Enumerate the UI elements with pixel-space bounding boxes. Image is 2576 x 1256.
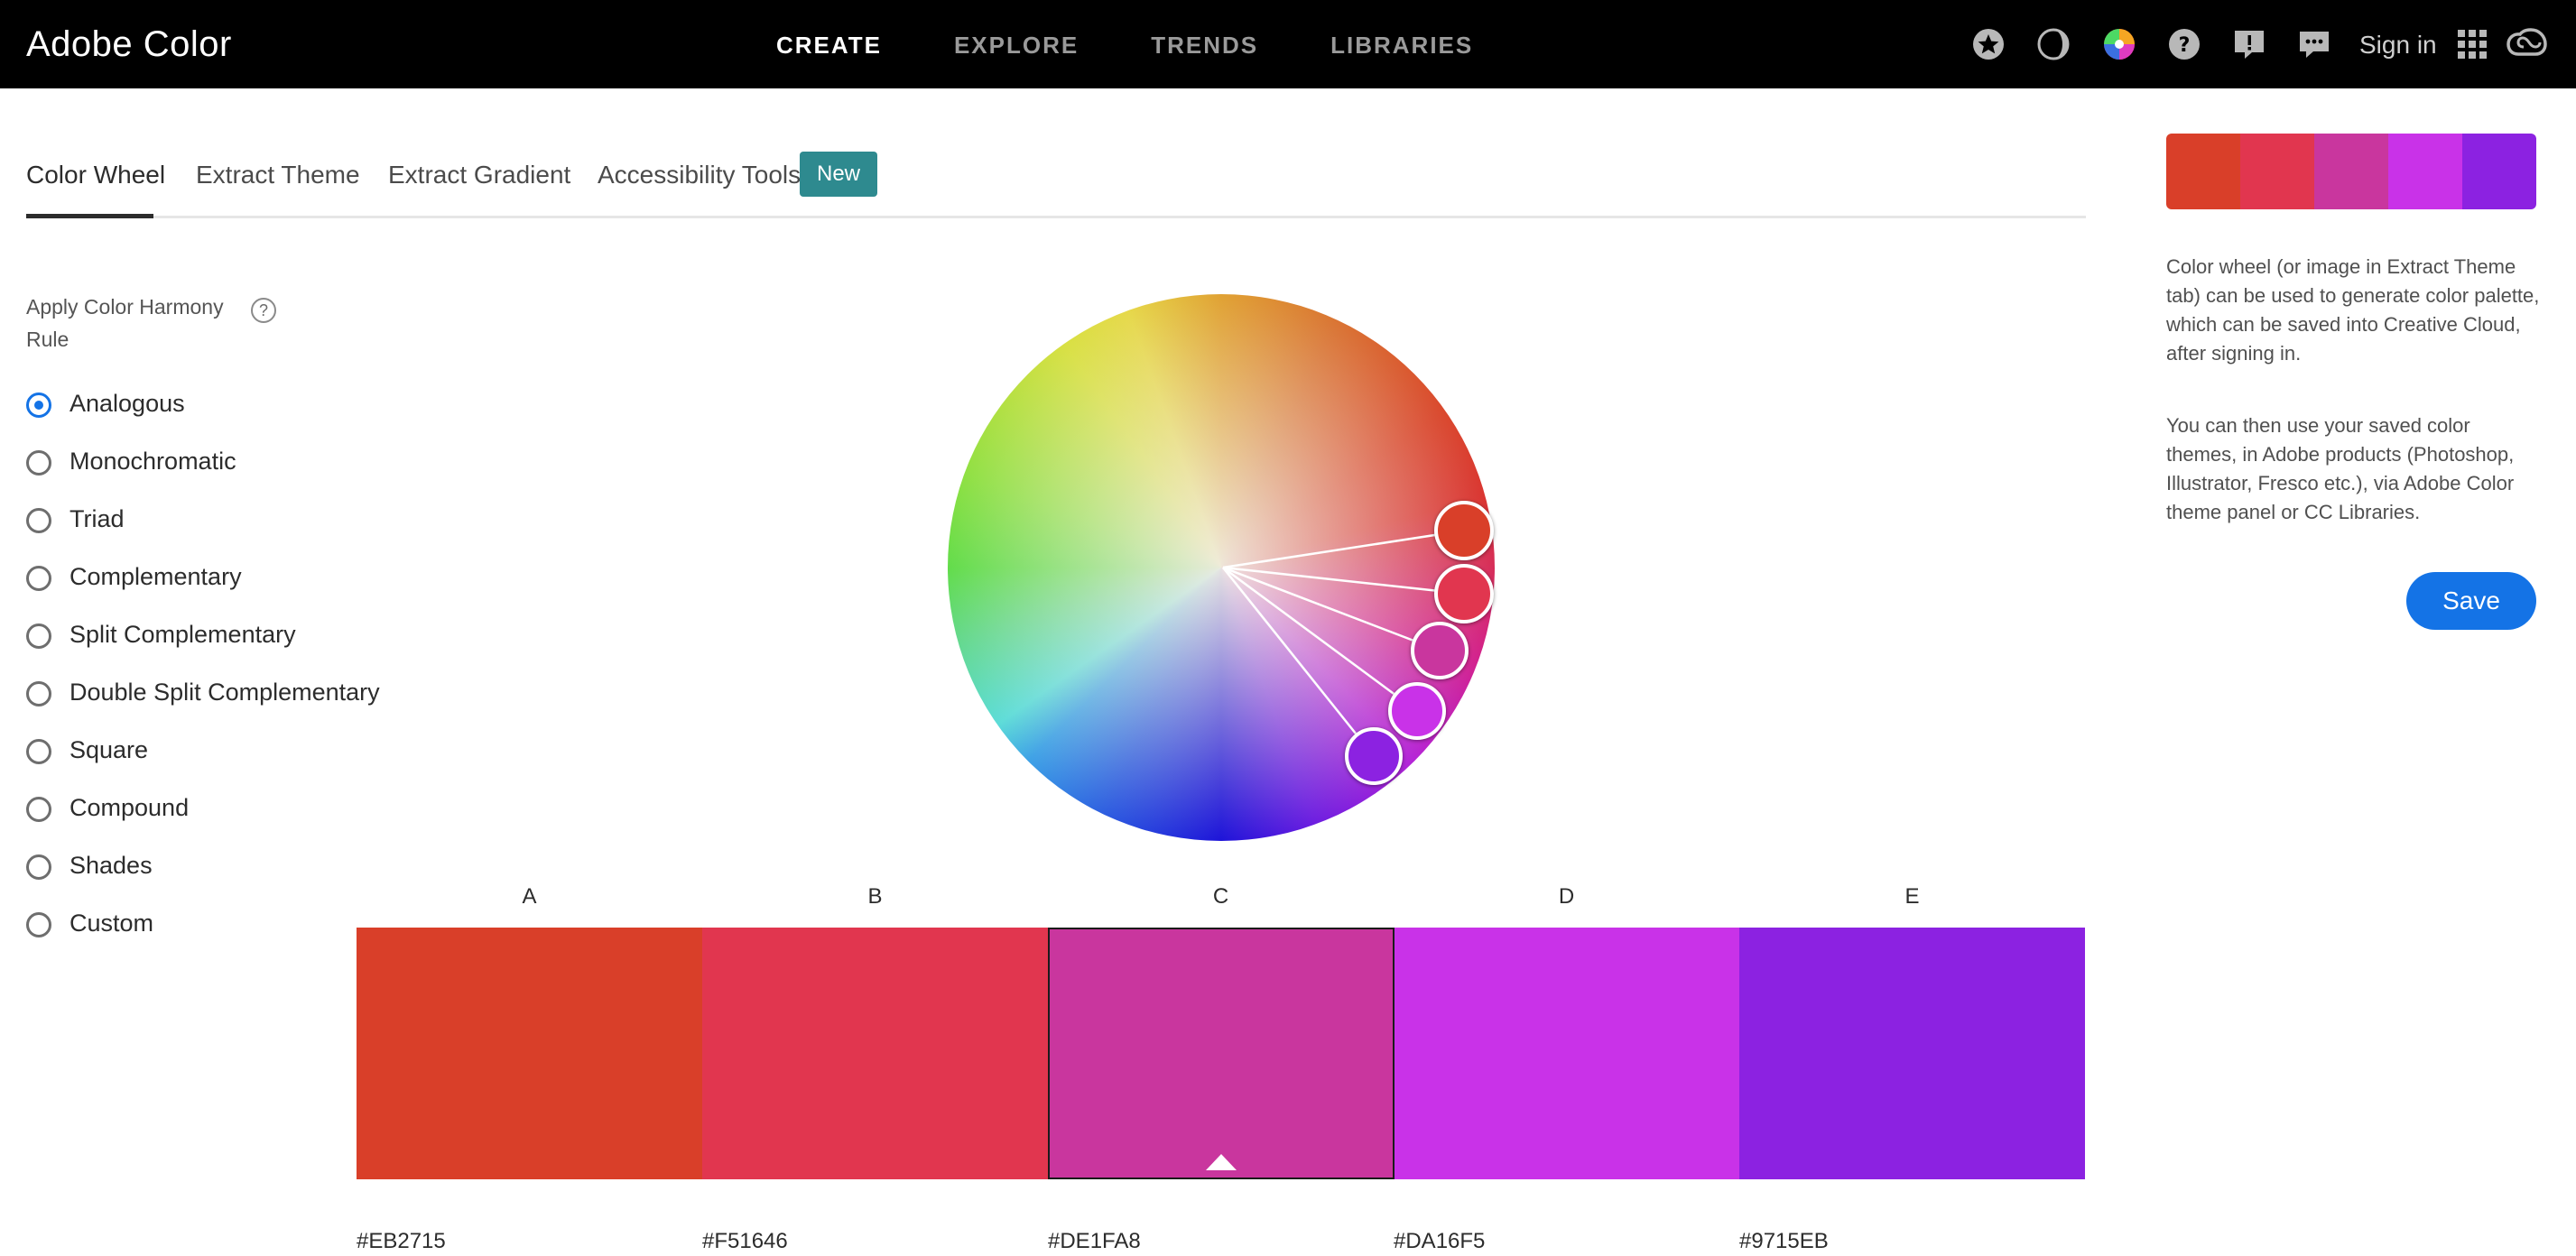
- radio-icon[interactable]: [26, 681, 51, 706]
- main-nav: CREATE EXPLORE TRENDS LIBRARIES: [776, 0, 1545, 88]
- swatch-c[interactable]: [1048, 928, 1395, 1179]
- rule-label: Monochromatic: [69, 448, 236, 475]
- palette-preview: [2166, 134, 2536, 209]
- selected-swatch-caret-icon: [1206, 1154, 1237, 1170]
- wheel-handle-e[interactable]: [1345, 727, 1403, 785]
- rule-label: Complementary: [69, 563, 242, 590]
- sidebar-description-2: You can then use your saved color themes…: [2166, 414, 2515, 523]
- rule-complementary[interactable]: Complementary: [26, 559, 405, 596]
- radio-icon[interactable]: [26, 739, 51, 764]
- swatch-letter-c: C: [1212, 884, 1229, 909]
- rule-label: Compound: [69, 794, 190, 821]
- swatch-letter-e: E: [1904, 884, 1920, 909]
- rule-double-split-complementary[interactable]: Double Split Complementary: [26, 675, 405, 711]
- connector-line-a: [1222, 529, 1465, 569]
- hex-value-a[interactable]: #EB2715: [357, 1229, 446, 1254]
- wheel-handle-d[interactable]: [1388, 682, 1446, 740]
- nav-trends[interactable]: TRENDS: [1151, 0, 1258, 88]
- swatch-letter-a: A: [522, 884, 537, 909]
- radio-icon[interactable]: [26, 797, 51, 822]
- color-wheel[interactable]: [948, 294, 1495, 841]
- rule-label: Split Complementary: [69, 621, 296, 648]
- nav-explore[interactable]: EXPLORE: [954, 0, 1079, 88]
- rule-custom[interactable]: Custom: [26, 906, 405, 942]
- radio-checked-icon[interactable]: [26, 392, 51, 418]
- wheel-handle-c[interactable]: [1411, 622, 1469, 679]
- preview-chip-e: [2462, 134, 2536, 209]
- wheel-handle-a[interactable]: [1434, 501, 1494, 560]
- preview-chip-d: [2388, 134, 2462, 209]
- sign-in-link[interactable]: Sign in: [2359, 0, 2437, 88]
- hex-value-d[interactable]: #DA16F5: [1394, 1229, 1485, 1254]
- swatch-b[interactable]: [702, 928, 1048, 1179]
- theme-toggle-icon[interactable]: [2036, 27, 2071, 61]
- radio-icon[interactable]: [26, 450, 51, 476]
- radio-icon[interactable]: [26, 508, 51, 533]
- top-bar: Adobe Color CREATE EXPLORE TRENDS LIBRAR…: [0, 0, 2576, 88]
- hex-value-c[interactable]: #DE1FA8: [1048, 1229, 1141, 1254]
- rule-label: Double Split Complementary: [69, 679, 380, 706]
- hex-value-e[interactable]: #9715EB: [1739, 1229, 1829, 1254]
- nav-create[interactable]: CREATE: [776, 0, 882, 88]
- swatch-d[interactable]: [1395, 928, 1739, 1179]
- subtabs-divider: [26, 216, 2086, 218]
- tab-color-wheel[interactable]: Color Wheel: [26, 161, 165, 189]
- rule-compound[interactable]: Compound: [26, 790, 405, 827]
- brand-logo-text[interactable]: Adobe Color: [26, 0, 232, 88]
- nav-libraries[interactable]: LIBRARIES: [1330, 0, 1473, 88]
- rule-label: Triad: [69, 505, 125, 532]
- rule-square[interactable]: Square: [26, 733, 405, 769]
- rule-monochromatic[interactable]: Monochromatic: [26, 444, 405, 480]
- feedback-alert-icon[interactable]: [2232, 27, 2266, 61]
- swatch-e[interactable]: [1739, 928, 2085, 1179]
- rule-analogous[interactable]: Analogous: [26, 386, 405, 422]
- svg-text:?: ?: [2179, 34, 2191, 57]
- radio-icon[interactable]: [26, 623, 51, 649]
- help-icon[interactable]: ?: [2167, 27, 2201, 61]
- rule-label: Analogous: [69, 390, 185, 417]
- new-badge: New: [800, 152, 877, 197]
- wheel-handle-b[interactable]: [1434, 564, 1494, 623]
- rule-label: Shades: [69, 852, 153, 879]
- tab-accessibility-tools[interactable]: Accessibility Tools: [598, 161, 801, 189]
- apps-grid-icon[interactable]: [2455, 27, 2489, 61]
- tab-extract-theme[interactable]: Extract Theme: [196, 161, 360, 189]
- color-wheel-icon[interactable]: [2102, 27, 2136, 61]
- wheel-connector-lines: [1222, 529, 1465, 757]
- star-icon[interactable]: [1971, 27, 2006, 61]
- rule-shades[interactable]: Shades: [26, 848, 405, 884]
- preview-chip-c: [2314, 134, 2388, 209]
- swatch-a[interactable]: [357, 928, 702, 1179]
- sidebar-description-1: Color wheel (or image in Extract Theme t…: [2166, 255, 2540, 365]
- hex-value-b[interactable]: #F51646: [702, 1229, 788, 1254]
- swatch-letter-d: D: [1558, 884, 1575, 909]
- swatch-letter-b: B: [867, 884, 883, 909]
- rule-triad[interactable]: Triad: [26, 502, 405, 538]
- harmony-help-icon[interactable]: ?: [251, 298, 276, 323]
- creative-cloud-icon[interactable]: [2506, 27, 2549, 61]
- rule-label: Square: [69, 736, 149, 763]
- preview-chip-b: [2240, 134, 2314, 209]
- radio-icon[interactable]: [26, 566, 51, 591]
- preview-chip-a: [2166, 134, 2240, 209]
- save-button[interactable]: Save: [2406, 572, 2536, 630]
- rule-split-complementary[interactable]: Split Complementary: [26, 617, 405, 653]
- harmony-rule-label: Apply Color Harmony Rule: [26, 295, 224, 351]
- radio-icon[interactable]: [26, 912, 51, 937]
- chat-icon[interactable]: [2297, 27, 2331, 61]
- tab-extract-gradient[interactable]: Extract Gradient: [388, 161, 570, 189]
- active-tab-indicator: [26, 214, 153, 218]
- rule-label: Custom: [69, 910, 154, 937]
- radio-icon[interactable]: [26, 854, 51, 880]
